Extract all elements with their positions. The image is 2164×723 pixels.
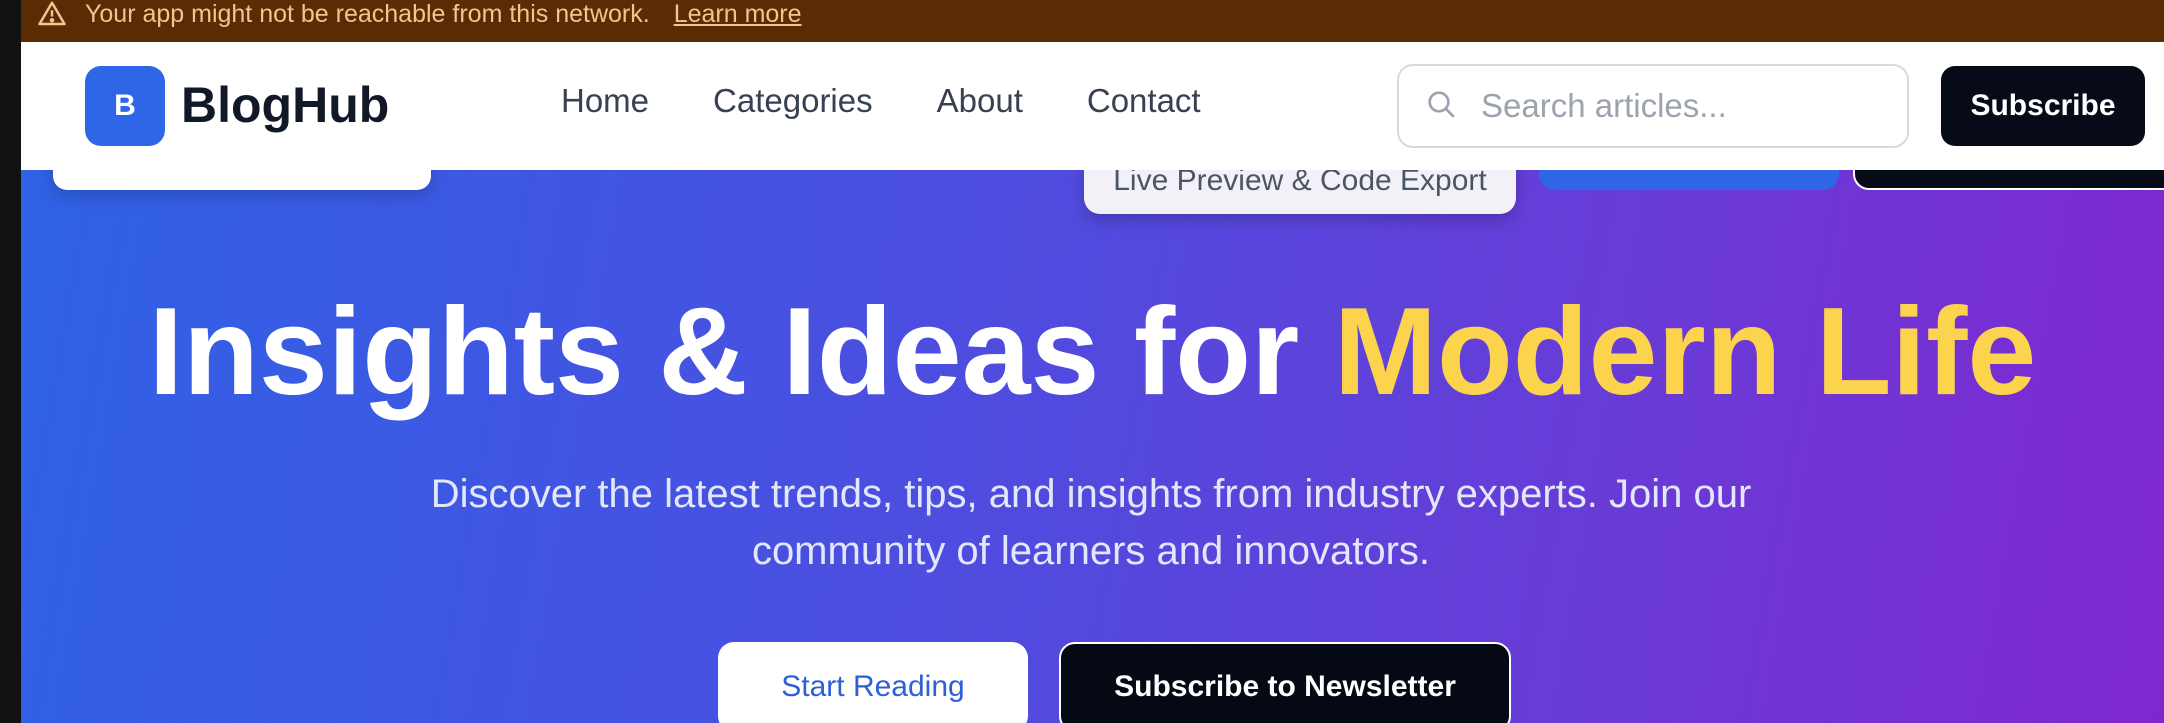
start-reading-button[interactable]: Start Reading <box>718 642 1028 723</box>
nav-link-contact[interactable]: Contact <box>1087 82 1201 120</box>
live-preview-badge[interactable]: Live Preview & Code Export <box>1084 170 1516 214</box>
background-dark-button <box>1853 170 2164 190</box>
hero-headline: Insights & Ideas for Modern Life <box>21 290 2164 414</box>
background-blue-button <box>1539 170 1839 190</box>
nav-link-categories[interactable]: Categories <box>713 82 873 120</box>
nav-link-about[interactable]: About <box>937 82 1023 120</box>
brand-name[interactable]: BlogHub <box>181 76 389 134</box>
background-card <box>53 170 431 190</box>
window-edge <box>0 0 21 723</box>
logo-mark[interactable]: B <box>85 66 165 146</box>
warning-text: Your app might not be reachable from thi… <box>85 0 650 28</box>
search-icon <box>1425 88 1457 125</box>
subscribe-newsletter-button[interactable]: Subscribe to Newsletter <box>1059 642 1511 723</box>
subtitle-line-1: Discover the latest trends, tips, and in… <box>430 472 1752 516</box>
hero-section: Live Preview & Code Export Insights & Id… <box>21 170 2164 723</box>
hero-subtitle: Discover the latest trends, tips, and in… <box>401 466 1781 580</box>
search-box[interactable] <box>1397 64 1909 148</box>
network-warning-bar: Your app might not be reachable from thi… <box>21 0 2164 42</box>
headline-accent: Modern Life <box>1333 283 2037 421</box>
learn-more-link[interactable]: Learn more <box>674 0 802 29</box>
nav-link-home[interactable]: Home <box>561 82 649 120</box>
subscribe-button[interactable]: Subscribe <box>1941 66 2145 146</box>
search-input[interactable] <box>1481 87 1861 125</box>
warning-icon <box>37 0 67 29</box>
headline-main: Insights & Ideas for <box>148 283 1334 421</box>
site-header: B BlogHub Home Categories About Contact … <box>21 42 2164 170</box>
main-nav: Home Categories About Contact <box>561 82 1201 120</box>
subtitle-line-2: community of learners and innovators. <box>751 529 1431 573</box>
